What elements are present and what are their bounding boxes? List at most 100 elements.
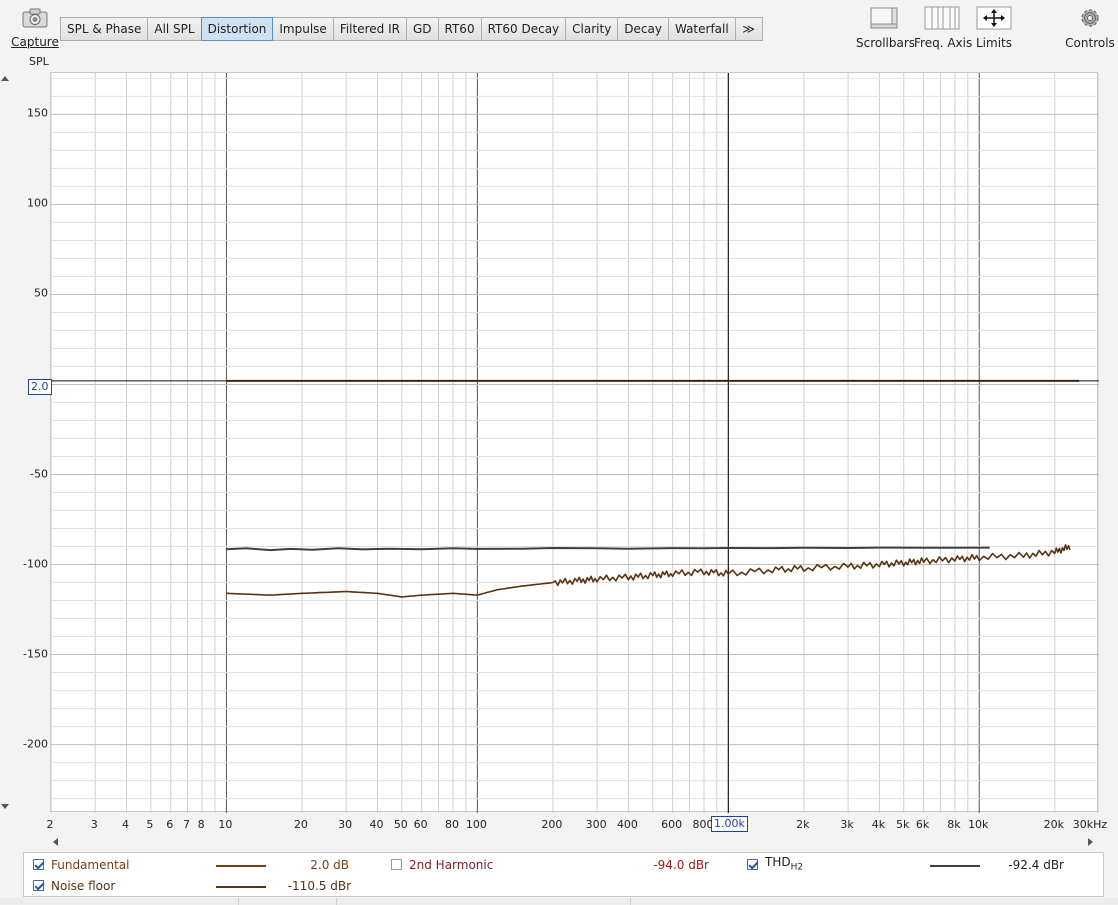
thd-swatch xyxy=(930,865,980,867)
limits-button[interactable]: Limits xyxy=(974,6,1014,50)
thd-value: -92.4 dBr xyxy=(1008,858,1064,872)
scrollbars-icon xyxy=(870,7,898,29)
fundamental-value: 2.0 dB xyxy=(310,858,349,872)
thd-checkbox[interactable] xyxy=(747,859,758,870)
y-scroll-down-arrow[interactable] xyxy=(1,804,9,809)
fundamental-swatch xyxy=(216,865,266,867)
x-tick-label: 300 xyxy=(585,818,607,831)
x-tick-label: 20k xyxy=(1043,818,1064,831)
x-tick-label: 4 xyxy=(122,818,130,831)
y-axis-label: SPL xyxy=(29,55,49,68)
legend-thd: THDH2 -92.4 dBr xyxy=(744,855,1084,875)
x-tick-label: 20 xyxy=(293,818,308,831)
scrollbars-label: Scrollbars xyxy=(856,36,916,50)
freq-axis-icon xyxy=(924,6,960,30)
scrollbars-button[interactable]: Scrollbars xyxy=(856,6,916,50)
status-separator xyxy=(336,898,337,905)
tab-decay[interactable]: Decay xyxy=(618,18,669,40)
2nd-harmonic-value: -94.0 dBr xyxy=(653,858,709,872)
capture-button[interactable]: Capture xyxy=(10,4,60,50)
x-tick-label: 40 xyxy=(369,818,384,831)
y-scroll-up-arrow[interactable] xyxy=(1,76,9,81)
x-tick-label: 6 xyxy=(166,818,174,831)
tab-all-spl[interactable]: All SPL xyxy=(148,18,202,40)
y-tick-label: -100 xyxy=(23,557,48,571)
y-tick-label: -50 xyxy=(30,467,48,480)
x-tick-label: 200 xyxy=(541,818,563,831)
2nd-harmonic-checkbox[interactable] xyxy=(391,859,402,870)
y-cursor-readout: 2.0 xyxy=(28,379,52,395)
more-tabs-button[interactable]: ≫ xyxy=(735,18,763,40)
x-tick-label: 4k xyxy=(871,818,886,831)
y-tick-label: 100 xyxy=(27,196,48,210)
x-tick-label: 60 xyxy=(413,818,428,831)
gear-icon xyxy=(1081,9,1099,27)
legend-2nd-harmonic: 2nd Harmonic -94.0 dBr xyxy=(384,855,724,875)
legend-noise-floor: Noise floor -110.5 dBr xyxy=(24,876,424,896)
thd-label-text: THD xyxy=(765,855,791,869)
noise-floor-label: Noise floor xyxy=(51,879,116,893)
tab-impulse[interactable]: Impulse xyxy=(273,18,334,40)
x-tick-label: 7 xyxy=(183,818,191,831)
status-bar xyxy=(0,898,1118,905)
limits-label: Limits xyxy=(976,36,1012,50)
freq-axis-label: Freq. Axis xyxy=(914,36,973,50)
thd-label-sub: H2 xyxy=(790,862,804,873)
legend-panel: Fundamental 2.0 dB Noise floor -110.5 dB… xyxy=(23,852,1104,897)
freq-axis-button[interactable]: Freq. Axis xyxy=(914,6,973,50)
x-tick-label: 100 xyxy=(465,818,487,831)
2nd-harmonic-label: 2nd Harmonic xyxy=(409,858,494,872)
series-thd-h2-line xyxy=(226,546,990,552)
x-tick-label: 400 xyxy=(616,818,638,831)
y-tick-label: -150 xyxy=(23,647,48,661)
x-tick-label: 8k xyxy=(947,818,961,831)
fundamental-checkbox[interactable] xyxy=(33,859,44,870)
tab-rt60[interactable]: RT60 xyxy=(438,18,482,40)
legend-fundamental: Fundamental 2.0 dB xyxy=(24,855,424,875)
x-tick-label: 3k xyxy=(840,818,854,831)
noise-floor-value: -110.5 dBr xyxy=(287,879,351,893)
x-tick-label: 10k xyxy=(968,818,989,831)
tab-spl-phase[interactable]: SPL & Phase xyxy=(61,18,149,40)
x-tick-label: 2 xyxy=(46,818,54,831)
x-tick-label: 80 xyxy=(445,818,460,831)
y-tick-label: 150 xyxy=(27,106,48,120)
x-tick-label: 8 xyxy=(197,818,205,831)
y-tick-label: -200 xyxy=(23,737,48,751)
tab-distortion[interactable]: Distortion xyxy=(200,17,274,41)
x-tick-label: 5k xyxy=(896,818,910,831)
controls-button[interactable]: Controls xyxy=(1064,6,1116,50)
x-tick-label: 3 xyxy=(90,818,98,831)
x-tick-label: 30kHz xyxy=(1072,818,1108,831)
x-tick-label: 30 xyxy=(338,818,353,831)
limits-arrows-icon xyxy=(976,6,1012,30)
x-scroll-right-arrow[interactable] xyxy=(1088,838,1093,846)
distortion-graph[interactable] xyxy=(50,72,1099,813)
x-tick-label: 6k xyxy=(915,818,930,831)
tab-clarity[interactable]: Clarity xyxy=(566,18,619,40)
x-tick-label: 10 xyxy=(218,818,233,831)
camera-icon xyxy=(22,8,48,28)
x-tick-label: 600 xyxy=(661,818,683,831)
x-tick-label: 50 xyxy=(393,818,408,831)
tab-filtered-ir[interactable]: Filtered IR xyxy=(333,18,407,40)
graph-canvas xyxy=(51,73,1099,813)
x-cursor-readout: 1.00k xyxy=(711,816,748,832)
tab-waterfall[interactable]: Waterfall xyxy=(668,18,736,40)
thd-label: THDH2 xyxy=(765,852,803,877)
status-separator xyxy=(238,898,239,905)
status-separator xyxy=(630,898,631,905)
tab-gd[interactable]: GD xyxy=(406,18,439,40)
y-tick-label: 50 xyxy=(34,286,48,300)
x-tick-label: 5 xyxy=(146,818,154,831)
fundamental-label: Fundamental xyxy=(51,858,130,872)
noise-floor-checkbox[interactable] xyxy=(33,880,44,891)
x-scroll-left-arrow[interactable] xyxy=(53,838,58,846)
x-tick-label: 2k xyxy=(796,818,810,831)
series-noise-floor-line xyxy=(226,544,1071,598)
capture-label: Capture xyxy=(11,35,59,49)
view-tabs: SPL & Phase All SPL Distortion Impulse F… xyxy=(60,17,763,41)
controls-label: Controls xyxy=(1065,36,1115,50)
noise-floor-swatch xyxy=(216,886,266,888)
tab-rt60-decay[interactable]: RT60 Decay xyxy=(481,18,567,40)
